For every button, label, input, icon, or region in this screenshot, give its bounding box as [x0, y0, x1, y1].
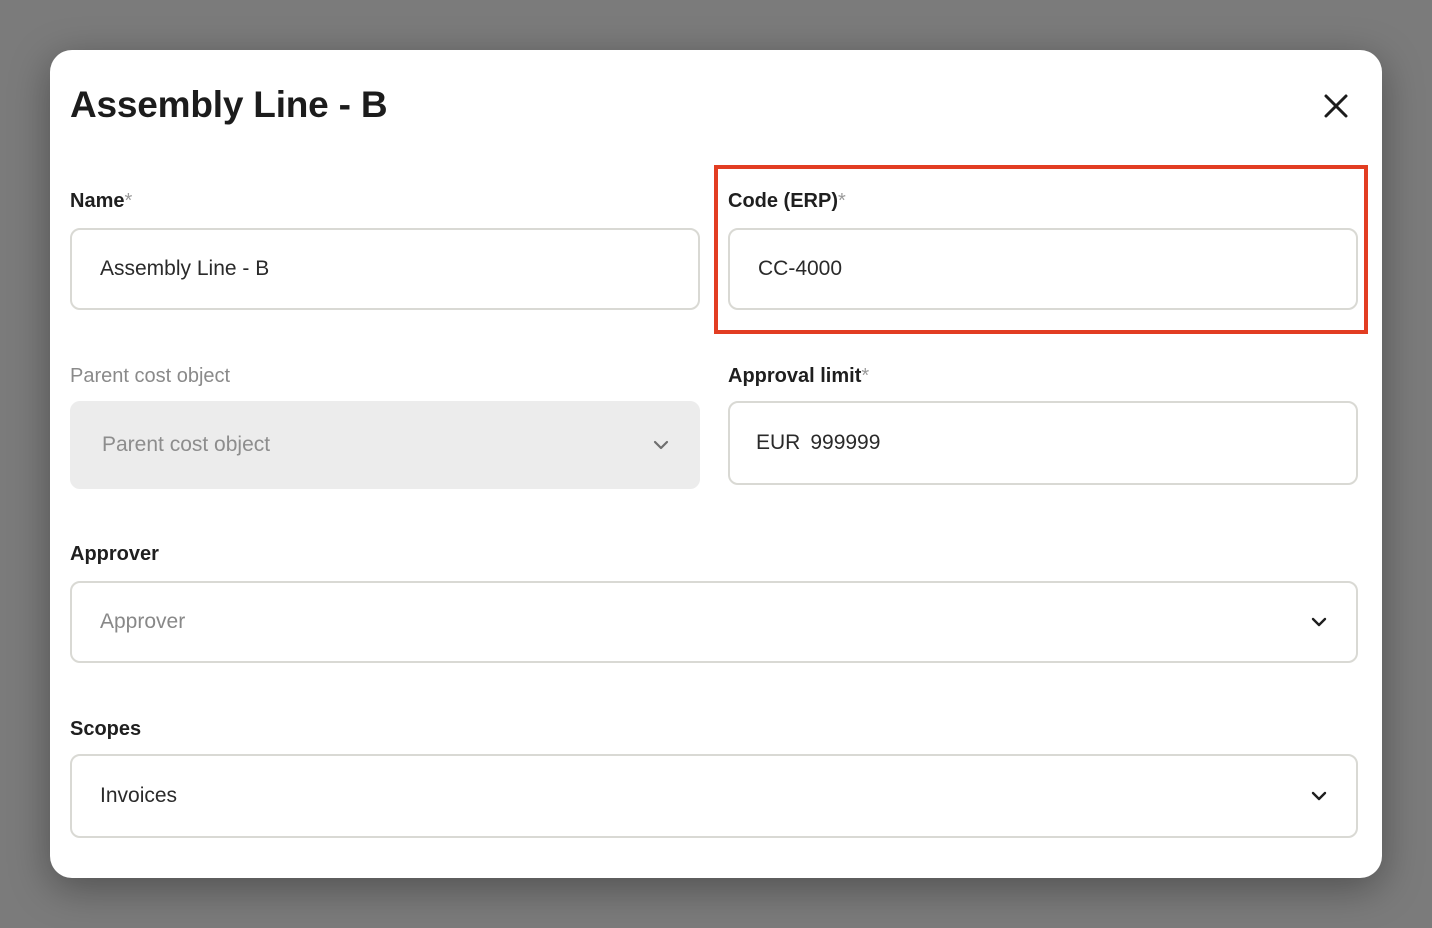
currency-code: EUR: [756, 431, 801, 454]
code-erp-field-value: CC-4000: [758, 257, 843, 280]
chevron-down-icon: [1310, 613, 1328, 631]
approval-limit-required-marker: *: [861, 365, 870, 387]
code-erp-label: Code (ERP)*: [728, 190, 846, 213]
approver-placeholder: Approver: [100, 610, 186, 633]
parent-cost-object-label: Parent cost object: [70, 365, 231, 387]
approver-label: Approver: [70, 543, 159, 565]
parent-cost-object-select[interactable]: Parent cost object: [70, 401, 700, 489]
chevron-down-icon: [1310, 787, 1328, 805]
code-erp-label-text: Code (ERP): [728, 190, 838, 212]
name-field-value: Assembly Line - B: [100, 257, 270, 280]
cost-object-modal: Assembly Line - B Name* Assembly Line - …: [50, 50, 1382, 878]
scopes-value: Invoices: [100, 784, 178, 807]
scopes-label: Scopes: [70, 718, 142, 740]
scopes-select[interactable]: Invoices: [70, 754, 1358, 838]
approval-limit-label: Approval limit*: [728, 365, 869, 388]
approver-select[interactable]: Approver: [70, 581, 1358, 663]
code-erp-field[interactable]: CC-4000: [728, 228, 1358, 310]
approval-limit-value: 999999: [810, 431, 881, 454]
chevron-down-icon: [652, 436, 670, 454]
approval-limit-field[interactable]: EUR 999999: [728, 401, 1358, 485]
name-field[interactable]: Assembly Line - B: [70, 228, 700, 310]
close-button[interactable]: [1316, 86, 1356, 126]
name-label-text: Name: [70, 190, 125, 212]
parent-cost-object-placeholder: Parent cost object: [102, 433, 271, 456]
name-label: Name*: [70, 190, 132, 213]
approval-limit-label-text: Approval limit: [728, 365, 862, 387]
code-erp-required-marker: *: [838, 190, 846, 212]
name-required-marker: *: [124, 190, 133, 212]
modal-title: Assembly Line - B: [70, 84, 388, 125]
close-icon: [1324, 94, 1348, 118]
